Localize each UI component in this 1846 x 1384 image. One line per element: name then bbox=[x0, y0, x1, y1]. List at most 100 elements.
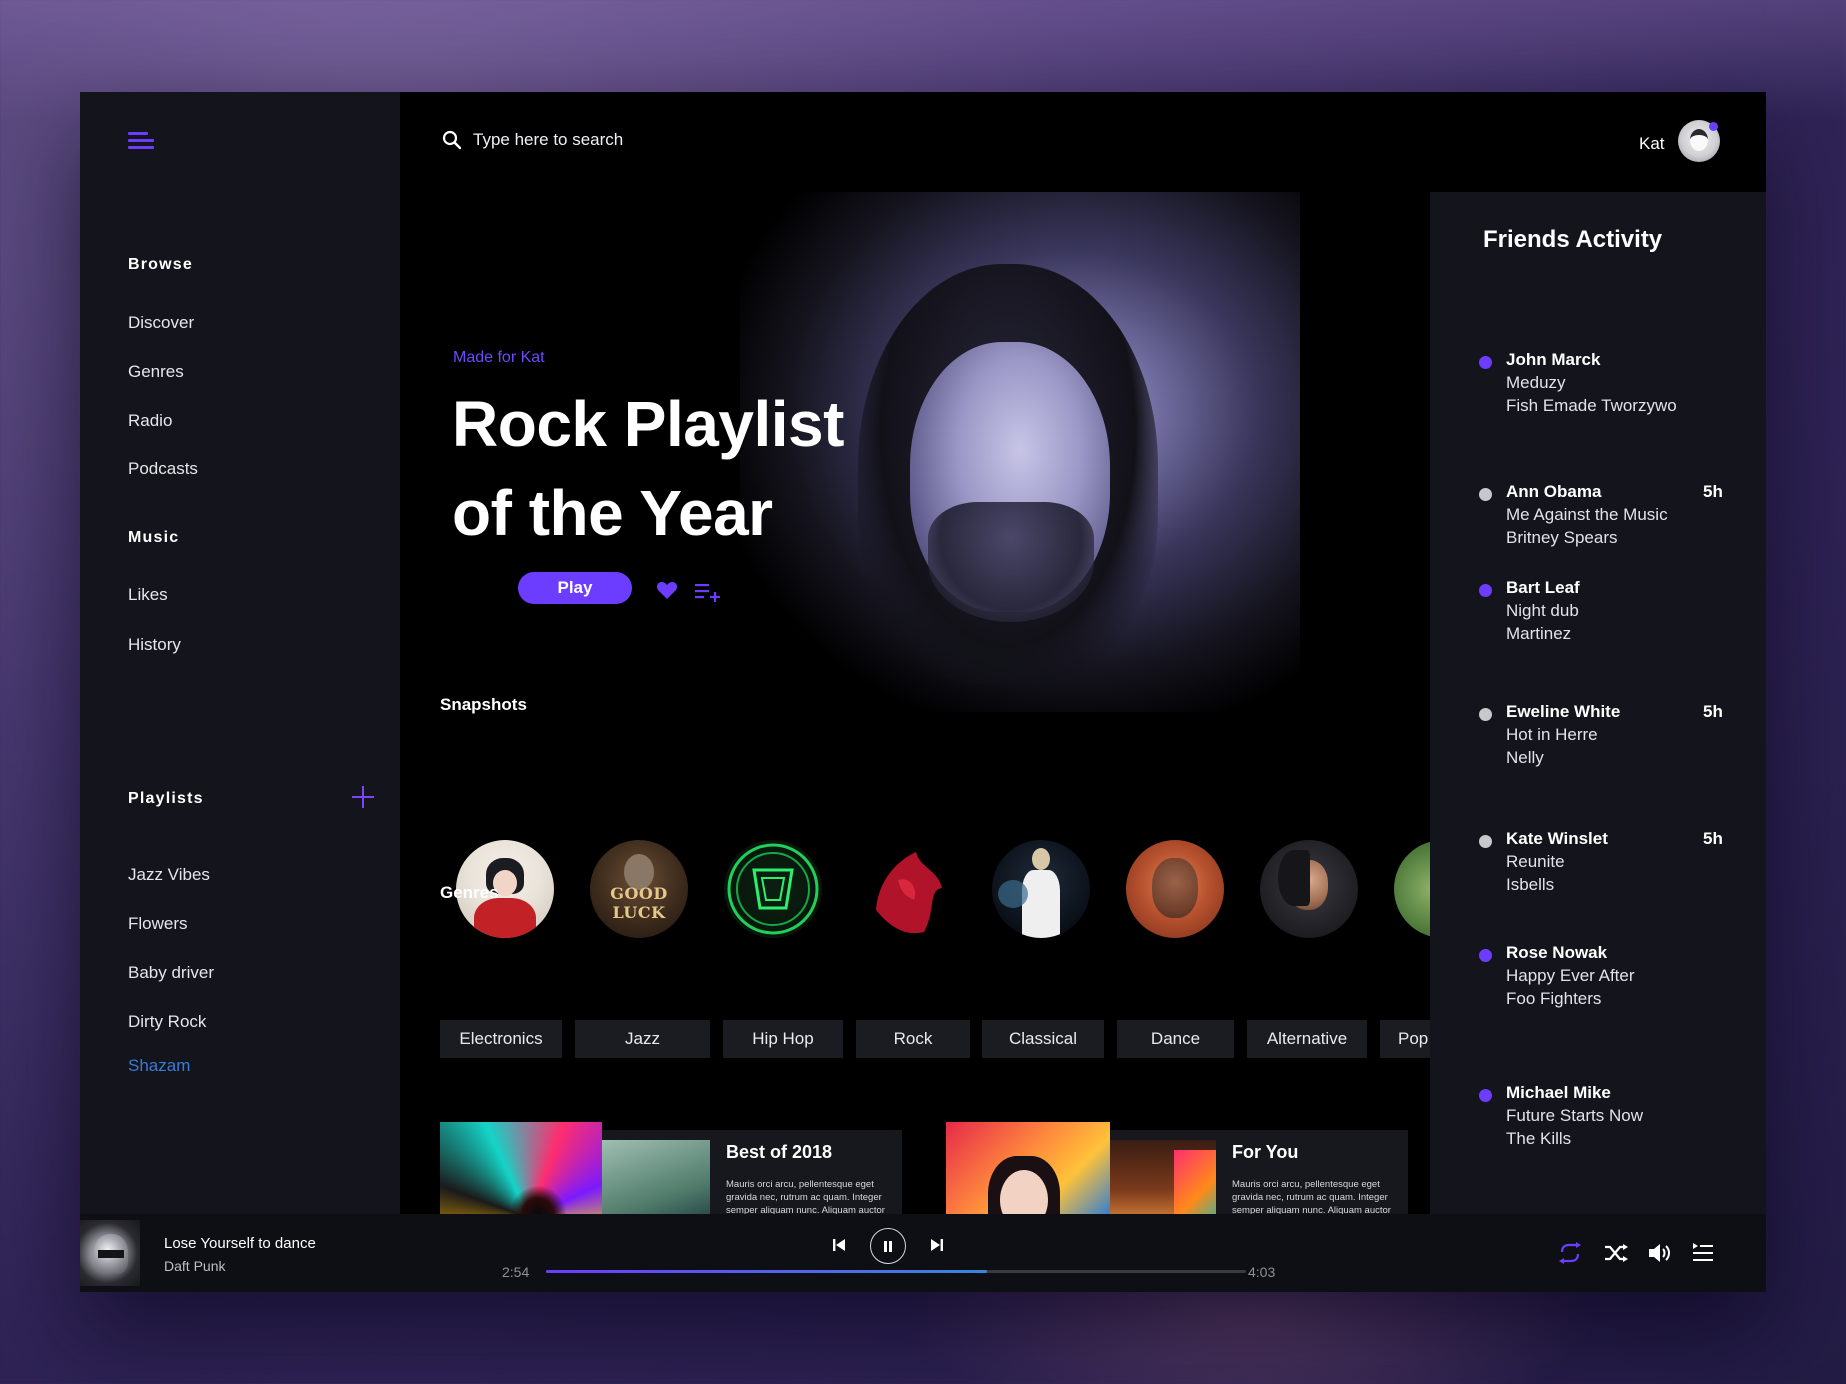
playlist-item-flowers[interactable]: Flowers bbox=[128, 914, 188, 934]
card-title: Best of 2018 bbox=[726, 1142, 833, 1162]
friend-name[interactable]: Ann Obama bbox=[1506, 482, 1601, 502]
genre-chip-hip-hop[interactable]: Hip Hop bbox=[723, 1020, 843, 1058]
friend-activity-time: 5h bbox=[1703, 702, 1723, 721]
friend-track[interactable]: Reunite bbox=[1506, 852, 1565, 872]
playlist-item-shazam[interactable]: Shazam bbox=[128, 1056, 190, 1076]
friend-track[interactable]: Happy Ever After bbox=[1506, 966, 1635, 986]
snapshot-6[interactable] bbox=[1126, 840, 1224, 938]
app-window: Browse Discover Genres Radio Podcasts Mu… bbox=[80, 92, 1766, 1292]
friend-artist[interactable]: Nelly bbox=[1506, 748, 1544, 768]
genre-chip-classical[interactable]: Classical bbox=[982, 1020, 1104, 1058]
sidebar-item-podcasts[interactable]: Podcasts bbox=[128, 459, 198, 479]
add-playlist-button[interactable] bbox=[352, 786, 374, 808]
snapshot-5[interactable] bbox=[992, 840, 1090, 938]
friend-artist[interactable]: The Kills bbox=[1506, 1129, 1571, 1149]
browse-heading: Browse bbox=[128, 256, 193, 273]
presence-dot bbox=[1479, 835, 1492, 848]
sidebar-item-likes[interactable]: Likes bbox=[128, 585, 168, 605]
genre-chip-jazz[interactable]: Jazz bbox=[575, 1020, 710, 1058]
card-title: For You bbox=[1232, 1142, 1299, 1162]
playlists-heading: Playlists bbox=[128, 790, 204, 807]
repeat-icon[interactable] bbox=[1558, 1242, 1582, 1264]
friend-name[interactable]: Kate Winslet bbox=[1506, 829, 1608, 849]
heart-icon[interactable] bbox=[656, 580, 678, 600]
friend-artist[interactable]: Fish Emade Tworzywo bbox=[1506, 396, 1677, 416]
friend-track[interactable]: Me Against the Music bbox=[1506, 505, 1668, 525]
friend-activity-item[interactable]: Michael Mike Future Starts Now The Kills bbox=[1430, 1083, 1766, 1163]
snapshot-7[interactable] bbox=[1260, 840, 1358, 938]
search-input[interactable] bbox=[473, 126, 873, 154]
pause-button[interactable] bbox=[870, 1228, 906, 1264]
friend-activity-time: 5h bbox=[1703, 482, 1723, 501]
previous-track-icon[interactable] bbox=[832, 1238, 846, 1252]
friend-activity-item[interactable]: Eweline White Hot in Herre Nelly 5h bbox=[1430, 702, 1766, 782]
helmet-visor bbox=[98, 1250, 124, 1258]
friends-activity-title: Friends Activity bbox=[1483, 226, 1663, 253]
shuffle-icon[interactable] bbox=[1604, 1242, 1628, 1264]
presence-dot bbox=[1479, 1089, 1492, 1102]
playlist-item-baby-driver[interactable]: Baby driver bbox=[128, 963, 214, 983]
now-playing-title: Lose Yourself to dance bbox=[164, 1235, 316, 1252]
friend-activity-item[interactable]: Kate Winslet Reunite Isbells 5h bbox=[1430, 829, 1766, 909]
friend-activity-time: 5h bbox=[1703, 829, 1723, 848]
hero-photo-beard bbox=[928, 502, 1094, 622]
playlist-item-dirty-rock[interactable]: Dirty Rock bbox=[128, 1012, 206, 1032]
next-track-icon[interactable] bbox=[930, 1238, 944, 1252]
friend-name[interactable]: John Marck bbox=[1506, 350, 1600, 370]
total-time: 4:03 bbox=[1248, 1264, 1276, 1280]
presence-dot bbox=[1479, 949, 1492, 962]
genre-chip-electronics[interactable]: Electronics bbox=[440, 1020, 562, 1058]
hamburger-menu-icon[interactable] bbox=[128, 132, 154, 154]
progress-fill bbox=[546, 1270, 987, 1273]
genres-title: Genres bbox=[440, 883, 499, 902]
friend-activity-item[interactable]: Bart Leaf Night dub Martinez bbox=[1430, 578, 1766, 658]
friend-track[interactable]: Meduzy bbox=[1506, 373, 1566, 393]
friend-artist[interactable]: Britney Spears bbox=[1506, 528, 1618, 548]
snapshot-3[interactable] bbox=[724, 840, 822, 938]
friend-track[interactable]: Future Starts Now bbox=[1506, 1106, 1643, 1126]
snapshot-7-hair bbox=[1278, 850, 1310, 906]
friend-artist[interactable]: Martinez bbox=[1506, 624, 1571, 644]
friend-activity-item[interactable]: Ann Obama Me Against the Music Britney Spe… bbox=[1430, 482, 1766, 562]
snapshot-2[interactable]: GOOD LUCK bbox=[590, 840, 688, 938]
sidebar-item-history[interactable]: History bbox=[128, 635, 181, 655]
snapshot-3-neon-icon bbox=[727, 843, 819, 935]
add-to-queue-icon[interactable] bbox=[695, 582, 721, 602]
presence-dot bbox=[1479, 584, 1492, 597]
hero-eyebrow: Made for Kat bbox=[453, 349, 545, 366]
genre-chip-rock[interactable]: Rock bbox=[856, 1020, 970, 1058]
genre-chip-alternative[interactable]: Alternative bbox=[1247, 1020, 1367, 1058]
friend-track[interactable]: Night dub bbox=[1506, 601, 1579, 621]
friend-artist[interactable]: Isbells bbox=[1506, 875, 1554, 895]
friend-name[interactable]: Rose Nowak bbox=[1506, 943, 1607, 963]
snapshot-5-head bbox=[1032, 848, 1050, 870]
friend-name[interactable]: Bart Leaf bbox=[1506, 578, 1580, 598]
snapshot-5-suit bbox=[1022, 870, 1060, 938]
now-playing-album-art[interactable] bbox=[80, 1220, 140, 1286]
friend-activity-item[interactable]: John Marck Meduzy Fish Emade Tworzywo bbox=[1430, 350, 1766, 430]
genre-chip-pop[interactable]: Pop bbox=[1380, 1020, 1430, 1058]
snapshot-4-red-cloth bbox=[876, 852, 942, 934]
sidebar-item-discover[interactable]: Discover bbox=[128, 313, 194, 333]
progress-bar[interactable] bbox=[546, 1270, 1246, 1273]
friend-track[interactable]: Hot in Herre bbox=[1506, 725, 1598, 745]
playlist-item-jazz-vibes[interactable]: Jazz Vibes bbox=[128, 865, 210, 885]
friend-name[interactable]: Michael Mike bbox=[1506, 1083, 1611, 1103]
genre-chip-dance[interactable]: Dance bbox=[1117, 1020, 1234, 1058]
volume-icon[interactable] bbox=[1648, 1242, 1672, 1264]
snapshot-4[interactable] bbox=[858, 840, 956, 938]
search-icon bbox=[442, 130, 462, 150]
presence-dot bbox=[1479, 356, 1492, 369]
now-playing-artist: Daft Punk bbox=[164, 1258, 226, 1274]
friend-activity-item[interactable]: Rose Nowak Happy Ever After Foo Fighters bbox=[1430, 943, 1766, 1023]
music-heading: Music bbox=[128, 529, 180, 546]
user-name: Kat bbox=[1639, 134, 1665, 153]
sidebar-item-radio[interactable]: Radio bbox=[128, 411, 172, 431]
queue-list-icon[interactable] bbox=[1692, 1242, 1714, 1264]
snapshot-5-wave bbox=[998, 880, 1028, 908]
play-button[interactable]: Play bbox=[518, 572, 632, 604]
sidebar-item-genres[interactable]: Genres bbox=[128, 362, 184, 382]
friends-activity-panel: Friends Activity John Marck Meduzy Fish Em… bbox=[1430, 192, 1766, 1214]
friend-artist[interactable]: Foo Fighters bbox=[1506, 989, 1601, 1009]
friend-name[interactable]: Eweline White bbox=[1506, 702, 1620, 722]
